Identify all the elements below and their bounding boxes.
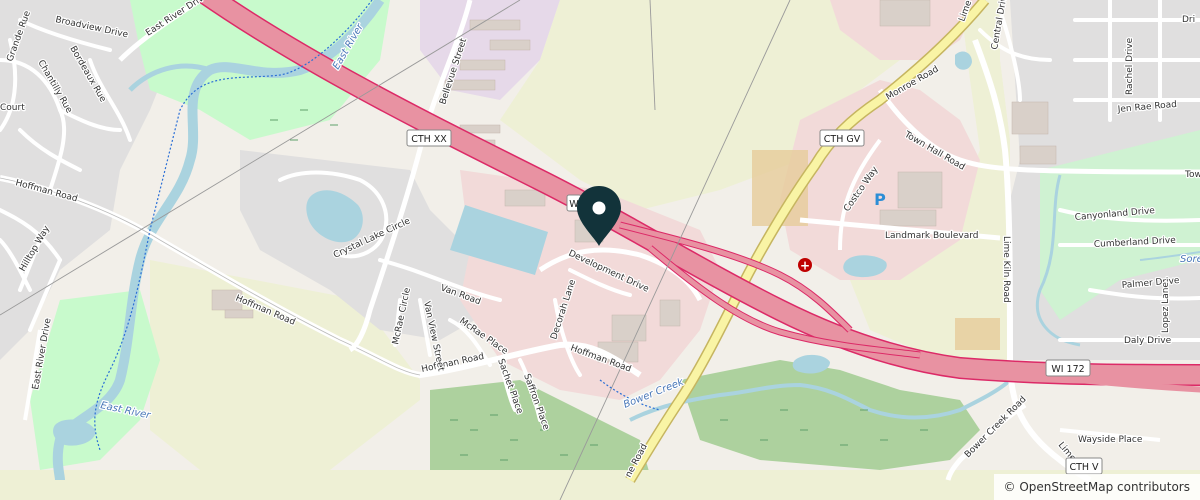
shield-cth-gv-text: CTH GV bbox=[824, 134, 861, 145]
hospital-symbol: + bbox=[800, 259, 810, 273]
shield-cth-xx: CTH XX bbox=[406, 129, 452, 147]
shield-wi-172-text: WI 172 bbox=[1051, 364, 1084, 375]
park-west bbox=[30, 290, 160, 470]
label-sore: Sore bbox=[1180, 254, 1200, 265]
map-attribution[interactable]: © OpenStreetMap contributors bbox=[993, 474, 1200, 500]
label-lime-kiln-road: Lime Kiln Road bbox=[1001, 236, 1011, 303]
label-dri: Dri bbox=[1182, 15, 1195, 25]
parking-icon[interactable]: P bbox=[874, 190, 886, 209]
shield-wi-172: WI 172 bbox=[1045, 359, 1091, 377]
shield-cth-v: CTH V bbox=[1065, 457, 1103, 475]
shield-cth-gv: CTH GV bbox=[819, 129, 865, 147]
hospital-icon[interactable]: + bbox=[798, 258, 812, 273]
map-canvas[interactable]: P + East River Drive Broadview Drive Gra… bbox=[0, 0, 1200, 500]
label-tow: Tow bbox=[1184, 170, 1200, 180]
label-landmark-boulevard: Landmark Boulevard bbox=[885, 231, 979, 241]
parking-label: P bbox=[874, 190, 886, 209]
label-rachel-drive: Rachel Drive bbox=[1125, 37, 1135, 95]
label-wayside-place: Wayside Place bbox=[1078, 435, 1143, 445]
label-daly-drive: Daly Drive bbox=[1124, 336, 1172, 346]
shield-cth-xx-text: CTH XX bbox=[411, 134, 447, 145]
map-svg[interactable]: P + East River Drive Broadview Drive Gra… bbox=[0, 0, 1200, 500]
label-court: Court bbox=[0, 103, 25, 113]
label-lopez-lane: Lopez Lane bbox=[1161, 282, 1171, 333]
construction-site-east bbox=[955, 318, 1000, 350]
shield-cth-v-text: CTH V bbox=[1069, 462, 1099, 473]
